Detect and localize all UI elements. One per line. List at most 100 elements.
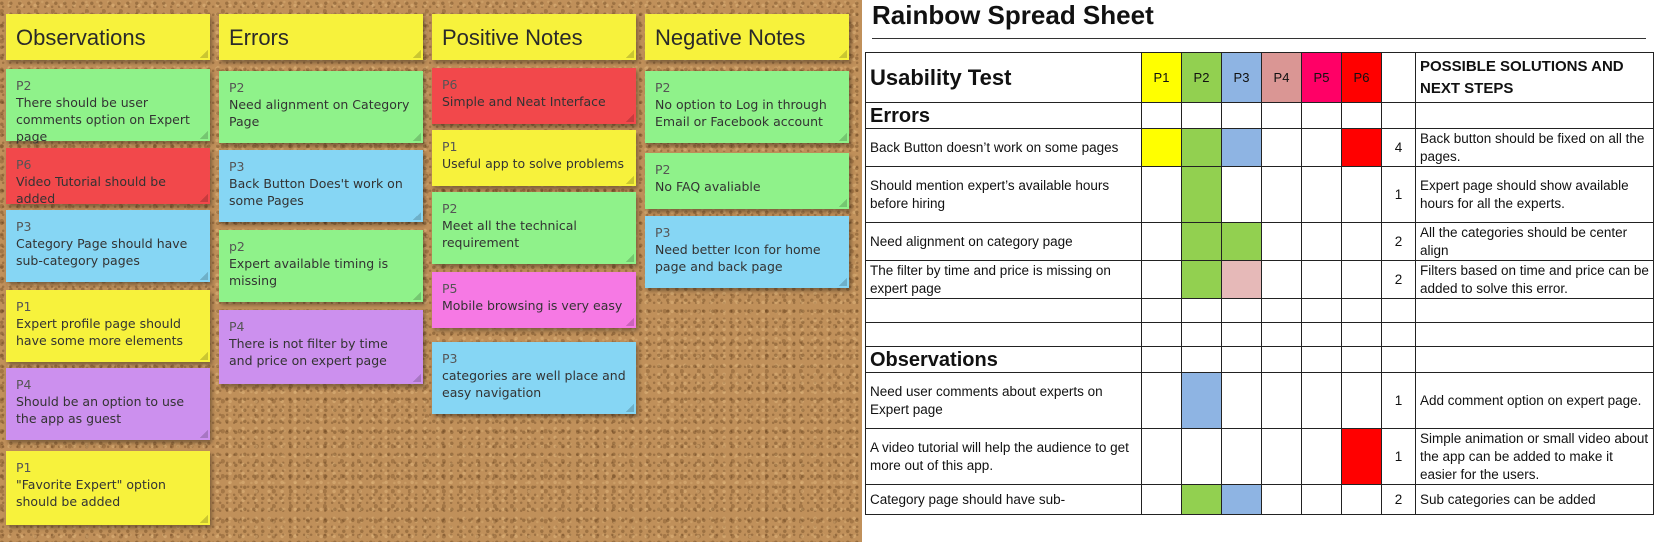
note-participant: p2 — [229, 239, 245, 254]
empty-row — [865, 298, 1654, 323]
note-participant: P1 — [442, 139, 458, 154]
table-row: Category page should have sub- 2 Sub cat… — [865, 484, 1654, 515]
sticky-note[interactable]: P3 Category Page should have sub-categor… — [6, 210, 210, 282]
participant-mark — [1181, 128, 1222, 167]
sticky-note[interactable]: P1 Useful app to solve problems — [432, 130, 636, 186]
note-text: Category Page should have sub-category p… — [16, 236, 188, 268]
note-participant: P3 — [442, 351, 458, 366]
note-text: Useful app to solve problems — [442, 156, 625, 171]
participant-header: P2 — [1181, 52, 1222, 103]
participant-mark — [1221, 128, 1262, 167]
board-column-errors: Errors P2 Need alignment on Category Pag… — [219, 14, 423, 384]
participant-mark — [1141, 128, 1182, 167]
sticky-note[interactable]: P3 categories are well place and easy na… — [432, 342, 636, 414]
solution-cell: Expert page should show available hours … — [1415, 166, 1654, 223]
note-text: Should be an option to use the app as gu… — [16, 394, 185, 426]
count-cell: 1 — [1381, 372, 1416, 429]
usability-table: Usability Test P1 P2 P3 P4 P5 P6 POSSIBL… — [865, 52, 1654, 515]
table-row: Should mention expert’s available hours … — [865, 166, 1654, 223]
participant-mark — [1341, 428, 1382, 485]
participant-mark — [1221, 484, 1262, 515]
issue-cell: The filter by time and price is missing … — [865, 260, 1142, 299]
count-cell: 1 — [1381, 166, 1416, 223]
count-cell: 2 — [1381, 260, 1416, 299]
solution-cell: Sub categories can be added — [1415, 484, 1654, 515]
note-participant: P2 — [655, 80, 671, 95]
participant-mark — [1221, 260, 1262, 299]
participant-mark — [1181, 222, 1222, 261]
table-row: The filter by time and price is missing … — [865, 260, 1654, 299]
column-header: Negative Notes — [645, 14, 849, 60]
sticky-note[interactable]: P1 "Favorite Expert" option should be ad… — [6, 451, 210, 525]
count-cell: 4 — [1381, 128, 1416, 167]
sticky-note[interactable]: P6 Video Tutorial should be added — [6, 148, 210, 206]
note-text: Need better Icon for home page and back … — [655, 242, 821, 274]
note-participant: P1 — [16, 299, 32, 314]
issue-cell: Category page should have sub- — [865, 484, 1142, 515]
sticky-note[interactable]: P2 There should be user comments option … — [6, 69, 210, 144]
note-text: There should be user comments option on … — [16, 95, 190, 144]
solution-cell: All the categories should be center alig… — [1415, 222, 1654, 261]
count-header — [1381, 52, 1416, 103]
issue-cell: Need alignment on category page — [865, 222, 1142, 261]
note-text: Need alignment on Category Page — [229, 97, 410, 129]
column-header: Positive Notes — [432, 14, 636, 60]
sticky-note[interactable]: P2 Meet all the technical requirement — [432, 192, 636, 264]
table-row: Back Button doesn’t work on some pages 4… — [865, 128, 1654, 167]
note-participant: P3 — [229, 159, 245, 174]
note-participant: P6 — [16, 157, 32, 172]
board-column-negative-notes: Negative Notes P2 No option to Log in th… — [645, 14, 849, 288]
sticky-note[interactable]: P2 No option to Log in through Email or … — [645, 71, 849, 143]
note-participant: P6 — [442, 77, 458, 92]
solution-cell: Simple animation or small video about th… — [1415, 428, 1654, 485]
column-header: Errors — [219, 14, 423, 60]
note-participant: P2 — [442, 201, 458, 216]
note-participant: P4 — [16, 377, 32, 392]
table-row: A video tutorial will help the audience … — [865, 428, 1654, 485]
sticky-note[interactable]: P4 Should be an option to use the app as… — [6, 368, 210, 440]
sticky-note[interactable]: P1 Expert profile page should have some … — [6, 290, 210, 362]
sticky-note[interactable]: P6 Simple and Neat Interface — [432, 68, 636, 124]
participant-mark — [1341, 128, 1382, 167]
section-row: Observations — [865, 346, 1654, 373]
header-row: Usability Test P1 P2 P3 P4 P5 P6 POSSIBL… — [865, 52, 1654, 103]
solution-cell: Back button should be fixed on all the p… — [1415, 128, 1654, 167]
sticky-note[interactable]: P3 Back Button Does't work on some Pages — [219, 150, 423, 222]
sticky-note[interactable]: P2 No FAQ avaliable — [645, 153, 849, 209]
count-cell: 2 — [1381, 484, 1416, 515]
note-text: Back Button Does't work on some Pages — [229, 176, 403, 208]
note-participant: P2 — [655, 162, 671, 177]
sticky-note[interactable]: P2 Need alignment on Category Page — [219, 71, 423, 143]
sticky-note[interactable]: P5 Mobile browsing is very easy — [432, 272, 636, 328]
sticky-note[interactable]: P3 Need better Icon for home page and ba… — [645, 216, 849, 288]
participant-mark — [1221, 222, 1262, 261]
participant-mark — [1181, 166, 1222, 223]
note-text: Expert profile page should have some mor… — [16, 316, 184, 348]
table-row: Need alignment on category page 2 All th… — [865, 222, 1654, 261]
sticky-note[interactable]: p2 Expert available timing is missing — [219, 230, 423, 302]
count-cell: 1 — [1381, 428, 1416, 485]
section-label-observations: Observations — [865, 346, 1142, 373]
table-title: Usability Test — [865, 52, 1142, 103]
note-text: No FAQ avaliable — [655, 179, 761, 194]
section-row: Errors — [865, 102, 1654, 129]
page-title: Rainbow Spread Sheet — [872, 0, 1154, 30]
sticky-note[interactable]: P4 There is not filter by time and price… — [219, 310, 423, 384]
table-row: Need user comments about experts on Expe… — [865, 372, 1654, 429]
solution-cell: Filters based on time and price can be a… — [1415, 260, 1654, 299]
issue-cell: A video tutorial will help the audience … — [865, 428, 1142, 485]
note-text: "Favorite Expert" option should be added — [16, 477, 166, 509]
note-participant: P3 — [16, 219, 32, 234]
note-text: categories are well place and easy navig… — [442, 368, 626, 400]
cork-board: Observations P2 There should be user com… — [0, 0, 862, 542]
section-label-errors: Errors — [865, 102, 1142, 129]
participant-mark — [1181, 372, 1222, 429]
note-participant: P3 — [655, 225, 671, 240]
participant-header: P5 — [1301, 52, 1342, 103]
participant-header: P1 — [1141, 52, 1182, 103]
issue-cell: Should mention expert’s available hours … — [865, 166, 1142, 223]
solutions-header: POSSIBLE SOLUTIONS AND NEXT STEPS — [1415, 52, 1654, 103]
note-text: There is not filter by time and price on… — [229, 336, 388, 368]
rainbow-spreadsheet: Rainbow Spread Sheet Usability Test P1 P… — [862, 0, 1654, 542]
board-column-observations: Observations P2 There should be user com… — [6, 14, 210, 525]
